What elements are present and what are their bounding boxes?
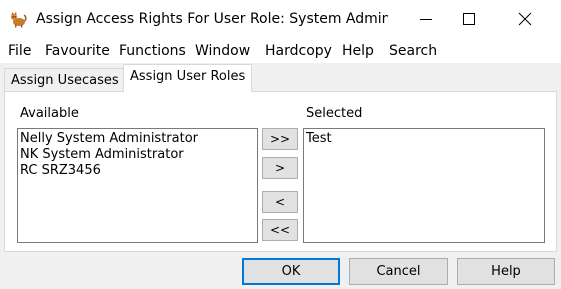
maximize-icon	[463, 13, 475, 25]
cat-app-icon	[10, 11, 27, 28]
close-button[interactable]	[503, 0, 547, 38]
close-icon	[518, 12, 532, 26]
list-item[interactable]: Nelly System Administrator	[18, 131, 257, 147]
menu-help[interactable]: Help	[342, 42, 374, 60]
remove-all-button[interactable]: <<	[262, 219, 298, 241]
available-label: Available	[20, 106, 79, 121]
list-item[interactable]: RC SRZ3456	[18, 163, 257, 179]
selected-listbox[interactable]: Test	[303, 128, 545, 243]
remove-button[interactable]: <	[262, 191, 298, 213]
menu-file[interactable]: File	[8, 42, 31, 60]
menu-window[interactable]: Window	[195, 42, 250, 60]
maximize-button[interactable]	[447, 0, 491, 38]
help-button[interactable]: Help	[457, 258, 555, 285]
minimize-button[interactable]	[404, 0, 448, 38]
selected-label: Selected	[306, 106, 363, 121]
menu-functions[interactable]: Functions	[119, 42, 186, 60]
available-listbox[interactable]: Nelly System Administrator NK System Adm…	[17, 128, 258, 243]
title-bar: Assign Access Rights For User Role: Syst…	[0, 0, 561, 38]
list-item[interactable]: Test	[304, 131, 544, 147]
tab-assign-usecases[interactable]: Assign Usecases	[4, 68, 126, 91]
minimize-icon	[420, 19, 432, 20]
cancel-button[interactable]: Cancel	[349, 258, 448, 285]
add-all-button[interactable]: >>	[262, 128, 298, 150]
menu-favourite[interactable]: Favourite	[45, 42, 110, 60]
add-button[interactable]: >	[262, 157, 298, 179]
tab-assign-user-roles[interactable]: Assign User Roles	[123, 64, 253, 92]
menu-search[interactable]: Search	[389, 42, 437, 60]
window-title: Assign Access Rights For User Role: Syst…	[36, 11, 388, 27]
list-item[interactable]: NK System Administrator	[18, 147, 257, 163]
menu-hardcopy[interactable]: Hardcopy	[265, 42, 332, 60]
ok-button[interactable]: OK	[242, 258, 340, 285]
menu-bar: File Favourite Functions Window Hardcopy…	[0, 38, 561, 63]
